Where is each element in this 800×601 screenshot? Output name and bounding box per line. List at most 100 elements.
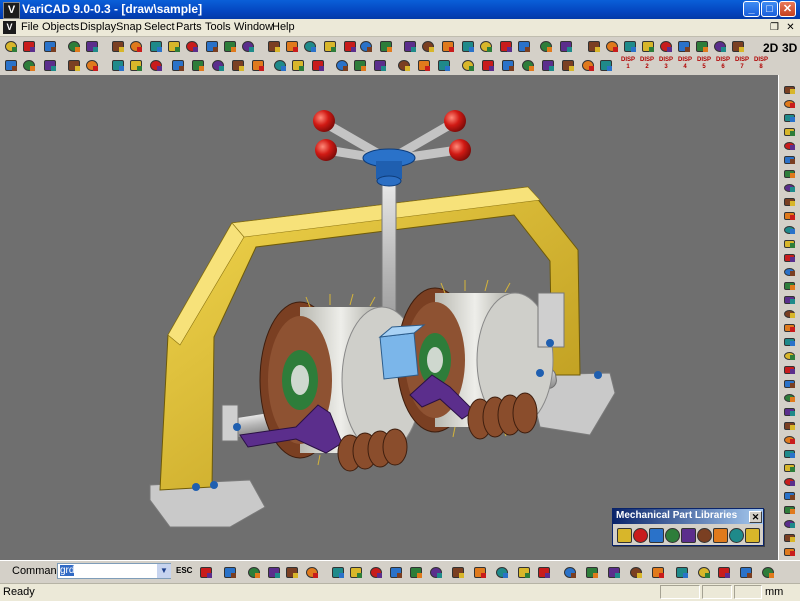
command-tool-icon[interactable] [284,564,300,580]
command-tool-icon[interactable] [696,564,712,580]
command-tool-icon[interactable] [536,564,552,580]
toolbar-tool-icon[interactable] [184,38,200,54]
side-tool-icon[interactable] [782,531,797,544]
command-tool-icon[interactable] [330,564,346,580]
command-tool-icon[interactable] [472,564,488,580]
maximize-button[interactable]: □ [761,1,778,17]
side-tool-icon[interactable] [782,223,797,236]
command-tool-icon[interactable] [246,564,262,580]
toolbar-tool-icon[interactable] [84,38,100,54]
command-tool-icon[interactable] [738,564,754,580]
part-library-icon[interactable] [649,528,664,543]
3d-viewport[interactable] [0,75,778,560]
part-library-icon[interactable] [633,528,648,543]
toolbar-tool-icon[interactable] [498,38,514,54]
menu-select[interactable]: Select [144,21,175,33]
command-tool-icon[interactable] [198,564,214,580]
command-tool-icon[interactable] [494,564,510,580]
part-library-icon[interactable] [713,528,728,543]
side-tool-icon[interactable] [782,83,797,96]
side-tool-icon[interactable] [782,391,797,404]
toolbar-tool-icon[interactable] [342,38,358,54]
toolbar-tool-icon[interactable] [730,38,746,54]
toolbar-tool-icon[interactable] [266,38,282,54]
menu-parts[interactable]: Parts [176,21,202,33]
display-set-5-button[interactable]: DISP 5 [695,57,713,74]
command-tool-icon[interactable] [266,564,282,580]
side-tool-icon[interactable] [782,181,797,194]
toolbar-tool-icon[interactable] [516,38,532,54]
side-tool-icon[interactable] [782,111,797,124]
command-tool-icon[interactable] [628,564,644,580]
menu-objects[interactable]: Objects [42,21,79,33]
toolbar-tool-icon[interactable] [42,57,58,73]
command-tool-icon[interactable] [562,564,578,580]
toolbar-tool-icon[interactable] [500,57,516,73]
toolbar-tool-icon[interactable] [3,57,19,73]
side-tool-icon[interactable] [782,377,797,390]
toolbar-tool-icon[interactable] [284,38,300,54]
side-tool-icon[interactable] [782,321,797,334]
menu-tools[interactable]: Tools [205,21,231,33]
toolbar-tool-icon[interactable] [378,38,394,54]
side-tool-icon[interactable] [782,153,797,166]
toolbar-tool-icon[interactable] [480,57,496,73]
toolbar-tool-icon[interactable] [240,38,256,54]
toolbar-tool-icon[interactable] [170,57,186,73]
side-tool-icon[interactable] [782,517,797,530]
toolbar-tool-icon[interactable] [128,38,144,54]
part-library-icon[interactable] [665,528,680,543]
palette-title-bar[interactable]: Mechanical Part Libraries ✕ [613,509,763,524]
command-tool-icon[interactable] [388,564,404,580]
side-tool-icon[interactable] [782,237,797,250]
menu-file[interactable]: File [21,21,39,33]
toolbar-tool-icon[interactable] [66,57,82,73]
varicad-app-icon[interactable]: V [3,2,20,19]
part-library-icon[interactable] [745,528,760,543]
side-tool-icon[interactable] [782,125,797,138]
side-tool-icon[interactable] [782,265,797,278]
side-tool-icon[interactable] [782,209,797,222]
toolbar-tool-icon[interactable] [358,38,374,54]
toolbar-tool-icon[interactable] [520,57,536,73]
command-tool-icon[interactable] [760,564,776,580]
display-set-1-button[interactable]: DISP 1 [619,57,637,74]
toolbar-tool-icon[interactable] [250,57,266,73]
side-tool-icon[interactable] [782,139,797,152]
command-tool-icon[interactable] [348,564,364,580]
side-tool-icon[interactable] [782,349,797,362]
side-tool-icon[interactable] [782,419,797,432]
display-set-6-button[interactable]: DISP 6 [714,57,732,74]
toolbar-tool-icon[interactable] [21,57,37,73]
toolbar-tool-icon[interactable] [230,57,246,73]
toolbar-tool-icon[interactable] [352,57,368,73]
command-tool-icon[interactable] [674,564,690,580]
toolbar-tool-icon[interactable] [420,38,436,54]
display-set-8-button[interactable]: DISP 8 [752,57,770,74]
mode-2d-button[interactable]: 2D [763,41,778,55]
toolbar-tool-icon[interactable] [290,57,306,73]
menu-help[interactable]: Help [272,21,295,33]
mode-3d-button[interactable]: 3D [782,41,797,55]
toolbar-tool-icon[interactable] [21,38,37,54]
toolbar-tool-icon[interactable] [322,38,338,54]
toolbar-tool-icon[interactable] [598,57,614,73]
part-library-icon[interactable] [729,528,744,543]
command-tool-icon[interactable] [450,564,466,580]
document-system-icon[interactable]: V [3,21,16,34]
part-library-icon[interactable] [681,528,696,543]
toolbar-tool-icon[interactable] [440,38,456,54]
toolbar-tool-icon[interactable] [302,38,318,54]
toolbar-tool-icon[interactable] [676,38,692,54]
command-dropdown-button[interactable]: ▼ [157,564,171,578]
display-set-4-button[interactable]: DISP 4 [676,57,694,74]
toolbar-tool-icon[interactable] [538,38,554,54]
toolbar-tool-icon[interactable] [694,38,710,54]
toolbar-tool-icon[interactable] [204,38,220,54]
toolbar-tool-icon[interactable] [42,38,58,54]
menu-window[interactable]: Window [234,21,273,33]
side-tool-icon[interactable] [782,503,797,516]
command-tool-icon[interactable] [222,564,238,580]
toolbar-tool-icon[interactable] [402,38,418,54]
display-set-7-button[interactable]: DISP 7 [733,57,751,74]
